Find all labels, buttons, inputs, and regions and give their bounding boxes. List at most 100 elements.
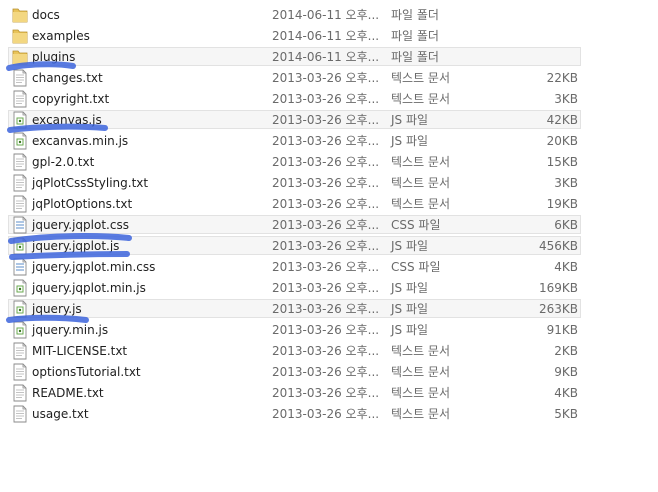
file-type: 파일 폴더 (391, 50, 439, 64)
file-type: 텍스트 문서 (391, 92, 451, 106)
file-modified-date: 2014-06-11 오후... (272, 8, 380, 22)
file-size: 3KB (554, 92, 578, 106)
file-modified-date: 2013-03-26 오후... (272, 113, 380, 127)
file-name: copyright.txt (32, 92, 110, 106)
file-modified-date: 2013-03-26 오후... (272, 176, 380, 190)
file-size: 42KB (546, 113, 578, 127)
file-name: excanvas.js (32, 113, 102, 127)
css-file-icon (12, 216, 28, 234)
file-modified-date: 2013-03-26 오후... (272, 302, 380, 316)
file-name: optionsTutorial.txt (32, 365, 141, 379)
file-size: 6KB (554, 218, 578, 232)
file-row-jquery-jqplot-js[interactable]: jquery.jqplot.js 2013-03-26 오후... JS 파일 456… (0, 236, 658, 257)
file-type: JS 파일 (391, 281, 429, 295)
file-modified-date: 2013-03-26 오후... (272, 281, 380, 295)
file-name: jquery.jqplot.js (32, 239, 120, 253)
file-modified-date: 2013-03-26 오후... (272, 155, 380, 169)
file-type: JS 파일 (391, 302, 429, 316)
js-file-icon (12, 321, 28, 339)
text-file-icon (12, 90, 28, 108)
file-type: 텍스트 문서 (391, 407, 451, 421)
file-row-usage-txt[interactable]: usage.txt 2013-03-26 오후... 텍스트 문서 5KB (0, 404, 658, 425)
file-name: changes.txt (32, 71, 103, 85)
file-type: 텍스트 문서 (391, 176, 451, 190)
file-size: 263KB (538, 302, 578, 316)
file-type: 파일 폴더 (391, 8, 439, 22)
file-name: jqPlotOptions.txt (32, 197, 133, 211)
file-size: 2KB (554, 344, 578, 358)
file-type: JS 파일 (391, 323, 429, 337)
js-file-icon (12, 132, 28, 150)
file-row-jquery-jqplot-css[interactable]: jquery.jqplot.css 2013-03-26 오후... CSS 파일 6… (0, 215, 658, 236)
file-name: usage.txt (32, 407, 89, 421)
file-size: 91KB (546, 323, 578, 337)
file-name: jqPlotCssStyling.txt (32, 176, 149, 190)
file-size: 19KB (546, 197, 578, 211)
css-file-icon (12, 258, 28, 276)
file-type: JS 파일 (391, 134, 429, 148)
file-name: jquery.jqplot.css (32, 218, 129, 232)
file-type: 파일 폴더 (391, 29, 439, 43)
file-modified-date: 2014-06-11 오후... (272, 29, 380, 43)
folder-icon (12, 48, 28, 66)
file-row-jqplotoptions-txt[interactable]: jqPlotOptions.txt 2013-03-26 오후... 텍스트 문서 1… (0, 194, 658, 215)
file-row-readme-txt[interactable]: README.txt 2013-03-26 오후... 텍스트 문서 4KB (0, 383, 658, 404)
file-row-gpl-2-0-txt[interactable]: gpl-2.0.txt 2013-03-26 오후... 텍스트 문서 15KB (0, 152, 658, 173)
file-name: jquery.jqplot.min.js (32, 281, 146, 295)
file-list: docs 2014-06-11 오후... 파일 폴더 examples 2014-06… (0, 5, 658, 425)
file-size: 5KB (554, 407, 578, 421)
file-name: examples (32, 29, 90, 43)
file-type: 텍스트 문서 (391, 386, 451, 400)
text-file-icon (12, 69, 28, 87)
file-row-optionstutorial-txt[interactable]: optionsTutorial.txt 2013-03-26 오후... 텍스트 문… (0, 362, 658, 383)
file-modified-date: 2013-03-26 오후... (272, 92, 380, 106)
file-row-jquery-jqplot-min-css[interactable]: jquery.jqplot.min.css 2013-03-26 오후... CSS… (0, 257, 658, 278)
file-row-jquery-js[interactable]: jquery.js 2013-03-26 오후... JS 파일 263KB (0, 299, 658, 320)
file-name: excanvas.min.js (32, 134, 129, 148)
file-name: docs (32, 8, 60, 22)
folder-icon (12, 6, 28, 24)
file-row-plugins[interactable]: plugins 2014-06-11 오후... 파일 폴더 (0, 47, 658, 68)
text-file-icon (12, 153, 28, 171)
file-row-jqplotcssstyling-txt[interactable]: jqPlotCssStyling.txt 2013-03-26 오후... 텍스트 … (0, 173, 658, 194)
file-modified-date: 2013-03-26 오후... (272, 71, 380, 85)
file-type: CSS 파일 (391, 218, 441, 232)
js-file-icon (12, 237, 28, 255)
file-size: 3KB (554, 176, 578, 190)
file-name: MIT-LICENSE.txt (32, 344, 128, 358)
file-type: 텍스트 문서 (391, 365, 451, 379)
file-row-changes-txt[interactable]: changes.txt 2013-03-26 오후... 텍스트 문서 22KB (0, 68, 658, 89)
file-size: 9KB (554, 365, 578, 379)
file-row-excanvas-min-js[interactable]: excanvas.min.js 2013-03-26 오후... JS 파일 20KB (0, 131, 658, 152)
file-name: jquery.min.js (32, 323, 109, 337)
file-row-mit-license-txt[interactable]: MIT-LICENSE.txt 2013-03-26 오후... 텍스트 문서 2KB (0, 341, 658, 362)
file-row-jquery-min-js[interactable]: jquery.min.js 2013-03-26 오후... JS 파일 91KB (0, 320, 658, 341)
file-name: gpl-2.0.txt (32, 155, 95, 169)
file-row-jquery-jqplot-min-js[interactable]: jquery.jqplot.min.js 2013-03-26 오후... JS 파… (0, 278, 658, 299)
file-modified-date: 2013-03-26 오후... (272, 407, 380, 421)
js-file-icon (12, 111, 28, 129)
text-file-icon (12, 195, 28, 213)
file-type: CSS 파일 (391, 260, 441, 274)
file-row-docs[interactable]: docs 2014-06-11 오후... 파일 폴더 (0, 5, 658, 26)
text-file-icon (12, 342, 28, 360)
file-size: 20KB (546, 134, 578, 148)
file-modified-date: 2013-03-26 오후... (272, 197, 380, 211)
file-size: 169KB (538, 281, 578, 295)
file-name: plugins (32, 50, 76, 64)
file-type: 텍스트 문서 (391, 344, 451, 358)
file-modified-date: 2013-03-26 오후... (272, 134, 380, 148)
file-modified-date: 2013-03-26 오후... (272, 218, 380, 232)
file-row-excanvas-js[interactable]: excanvas.js 2013-03-26 오후... JS 파일 42KB (0, 110, 658, 131)
file-name: jquery.js (32, 302, 82, 316)
file-modified-date: 2013-03-26 오후... (272, 323, 380, 337)
file-modified-date: 2013-03-26 오후... (272, 239, 380, 253)
file-type: 텍스트 문서 (391, 155, 451, 169)
file-modified-date: 2013-03-26 오후... (272, 365, 380, 379)
file-size: 4KB (554, 260, 578, 274)
js-file-icon (12, 300, 28, 318)
file-type: JS 파일 (391, 239, 429, 253)
file-row-examples[interactable]: examples 2014-06-11 오후... 파일 폴더 (0, 26, 658, 47)
text-file-icon (12, 363, 28, 381)
file-row-copyright-txt[interactable]: copyright.txt 2013-03-26 오후... 텍스트 문서 3KB (0, 89, 658, 110)
